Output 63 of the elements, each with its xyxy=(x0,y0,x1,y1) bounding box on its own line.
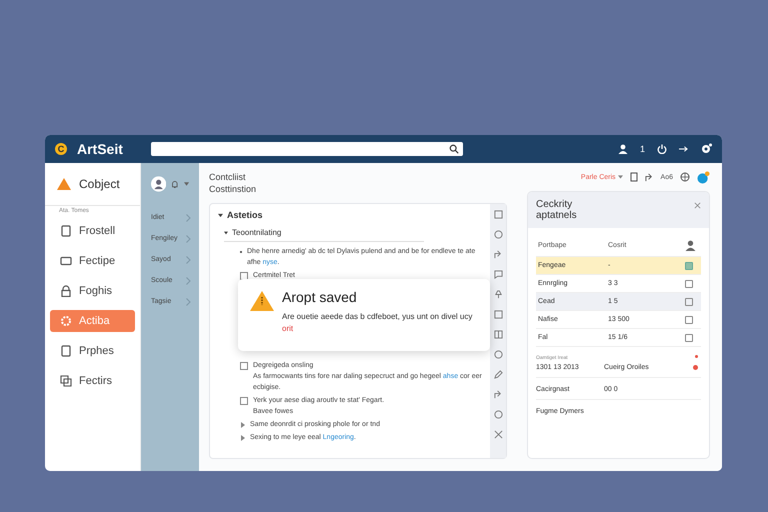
checkbox[interactable] xyxy=(685,298,693,306)
avatar-icon[interactable] xyxy=(697,170,710,184)
share-icon[interactable] xyxy=(494,250,502,259)
pin-icon[interactable] xyxy=(494,290,502,299)
dialog-title: Aropt saved xyxy=(282,289,358,305)
box-icon[interactable] xyxy=(494,310,502,319)
chat-icon[interactable] xyxy=(494,270,502,279)
checkbox[interactable] xyxy=(240,397,248,405)
card-icon xyxy=(60,255,72,267)
chevron-icon xyxy=(186,234,191,242)
share-icon[interactable] xyxy=(494,390,502,399)
search-field[interactable] xyxy=(150,142,463,156)
page-title: Contcliist xyxy=(209,171,247,183)
app-name: ArtSeit xyxy=(77,141,123,157)
book-icon[interactable] xyxy=(494,330,502,339)
caret-icon[interactable] xyxy=(218,212,223,218)
sidebar-item[interactable]: Foghis xyxy=(50,280,135,302)
logo-badge: C xyxy=(55,143,67,155)
chevron-icon xyxy=(186,276,191,284)
page-title: Costtinstion xyxy=(209,183,258,195)
chevron-icon xyxy=(186,214,191,222)
edit-icon[interactable] xyxy=(494,370,502,379)
user-icon[interactable] xyxy=(618,144,628,154)
sidebar-item[interactable]: Frostell xyxy=(50,220,135,242)
settings-icon[interactable] xyxy=(700,143,712,155)
search-icon xyxy=(448,144,459,154)
sidebar-item[interactable]: Fectirs xyxy=(50,370,135,392)
document-icon[interactable] xyxy=(630,172,638,182)
cross-icon[interactable] xyxy=(494,430,502,439)
power-icon[interactable] xyxy=(657,144,667,154)
lock-icon xyxy=(60,285,72,297)
checkbox[interactable] xyxy=(685,262,693,270)
expand-icon[interactable] xyxy=(241,435,245,441)
avatar-icon[interactable] xyxy=(151,175,166,193)
checkbox[interactable] xyxy=(685,316,693,324)
form-icon xyxy=(60,225,72,237)
chevron-icon xyxy=(186,256,191,264)
dialog-message: Are ouetie aeede das b cdfeboet, yus unt on divel ucy orit xyxy=(282,311,474,335)
outline-subheading[interactable]: Teoontnilating xyxy=(232,228,282,237)
bell-icon[interactable] xyxy=(171,180,179,188)
expand-icon[interactable] xyxy=(241,422,245,428)
checkbox[interactable] xyxy=(240,362,248,370)
sidebar-item[interactable]: Fectipe xyxy=(50,250,135,272)
gear-icon xyxy=(60,315,72,327)
dialog-link[interactable]: orit xyxy=(282,324,294,333)
warning-icon xyxy=(250,291,274,311)
grid-icon[interactable] xyxy=(494,210,502,219)
user-icon xyxy=(685,240,696,250)
user-count: 1 xyxy=(640,144,645,154)
arrow-icon[interactable] xyxy=(679,146,688,152)
copy-icon xyxy=(60,375,72,387)
chevron-icon xyxy=(186,298,191,306)
card-title: Ceckrity aptatnels xyxy=(536,199,578,221)
sidebar-header: Cobject xyxy=(79,177,120,191)
caret-icon[interactable] xyxy=(224,230,228,234)
checkbox[interactable] xyxy=(685,334,693,342)
checkbox[interactable] xyxy=(685,280,693,288)
warning-icon xyxy=(57,178,71,190)
outline-heading[interactable]: Astetios xyxy=(227,210,263,220)
caret-icon xyxy=(618,175,623,179)
form-icon xyxy=(60,345,72,357)
share-icon[interactable] xyxy=(644,172,654,182)
sidebar-item[interactable]: Prphes xyxy=(50,340,135,362)
